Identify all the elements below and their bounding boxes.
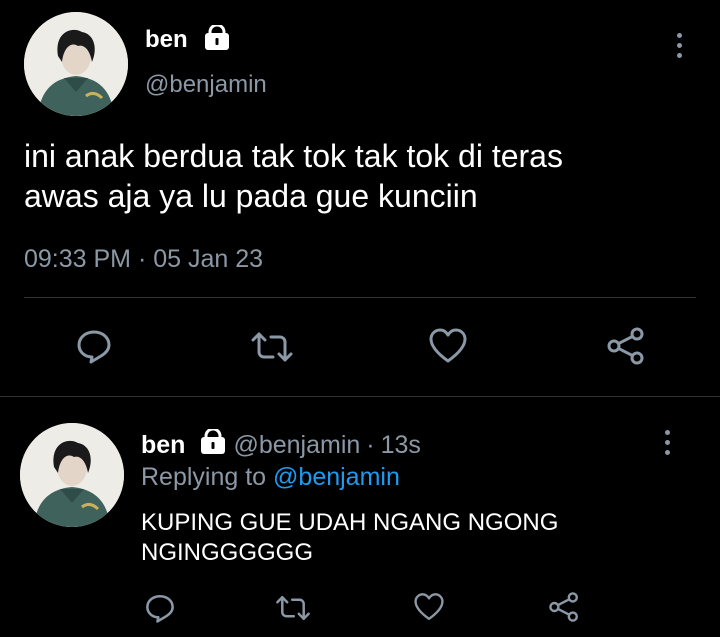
- reply-text-line-2: NGINGGGGGG: [141, 539, 314, 566]
- replying-handle-link[interactable]: @benjamin: [273, 463, 400, 491]
- author-handle[interactable]: @benjamin: [145, 71, 267, 99]
- reply-icon[interactable]: [144, 592, 176, 624]
- retweet-icon[interactable]: [274, 594, 312, 622]
- replying-prefix: Replying to: [141, 463, 267, 491]
- lock-icon: [203, 23, 231, 56]
- like-icon[interactable]: [413, 592, 445, 622]
- reply-author-name[interactable]: ben: [141, 431, 185, 460]
- separator: ·: [137, 245, 147, 273]
- reply-text-line-1: KUPING GUE UDAH NGANG NGONG: [141, 509, 559, 536]
- like-icon[interactable]: [428, 327, 468, 365]
- separator: ·: [366, 431, 375, 459]
- retweet-icon[interactable]: [249, 330, 295, 364]
- reply-author-handle[interactable]: @benjamin: [233, 431, 360, 460]
- more-icon[interactable]: [674, 33, 684, 58]
- reply-avatar[interactable]: [20, 423, 124, 527]
- divider: [0, 396, 720, 397]
- replying-to: Replying to @benjamin: [141, 463, 400, 492]
- tweet-text-line-1: ini anak berdua tak tok tak tok di teras: [24, 138, 563, 174]
- share-icon[interactable]: [606, 326, 646, 366]
- tweet-timestamp: 09:33 PM · 05 Jan 23: [24, 245, 263, 274]
- tweet-text-line-2: awas aja ya lu pada gue kunciin: [24, 178, 478, 214]
- reply-header: ben @benjamin · 13s: [141, 427, 421, 462]
- reply-age: 13s: [380, 431, 421, 459]
- author-name[interactable]: ben: [145, 26, 188, 54]
- tweet-date: 05 Jan 23: [153, 245, 264, 273]
- tweet-time: 09:33 PM: [24, 245, 132, 273]
- lock-icon: [199, 427, 227, 462]
- avatar[interactable]: [24, 12, 128, 116]
- more-icon[interactable]: [662, 430, 672, 455]
- divider: [24, 297, 696, 298]
- share-icon[interactable]: [548, 591, 580, 623]
- reply-icon[interactable]: [75, 327, 113, 365]
